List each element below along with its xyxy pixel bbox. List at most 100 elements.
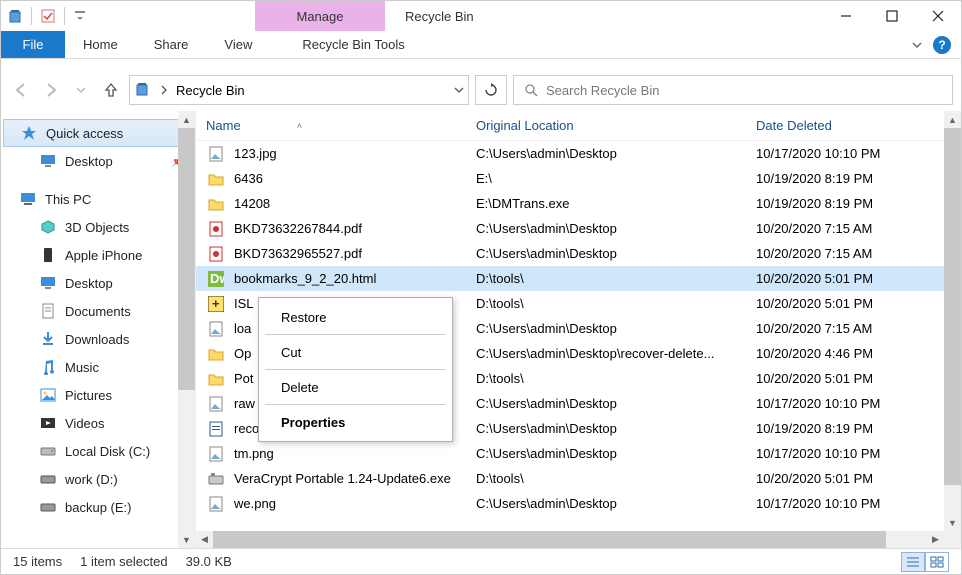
drive-icon [39,302,57,320]
svg-text:+: + [212,296,220,311]
view-large-icons-button[interactable] [925,552,949,572]
back-button[interactable] [9,78,33,102]
nav-pc-item[interactable]: work (D:) [1,465,195,493]
qat-dropdown-icon[interactable] [73,8,89,24]
table-row[interactable]: 6436E:\10/19/2020 8:19 PM [196,166,961,191]
nav-label: This PC [45,192,91,207]
file-date-deleted: 10/20/2020 5:01 PM [756,471,961,486]
scroll-thumb[interactable] [178,128,195,390]
ctx-delete[interactable]: Delete [259,372,452,402]
tab-share[interactable]: Share [136,31,207,58]
forward-button[interactable] [39,78,63,102]
column-original-location[interactable]: Original Location [476,118,756,133]
nav-pc-item[interactable]: 3D Objects [1,213,195,241]
nav-pc-item[interactable]: Videos [1,409,195,437]
search-input[interactable]: Search Recycle Bin [513,75,953,105]
nav-pc-item[interactable]: Music [1,353,195,381]
column-name[interactable]: Name˄ [206,118,476,133]
file-icon [206,245,226,263]
view-details-button[interactable] [901,552,925,572]
help-icon[interactable]: ? [933,36,951,54]
nav-label: Pictures [65,388,112,403]
nav-label: work (D:) [65,472,118,487]
scroll-up-icon[interactable]: ▲ [178,111,195,128]
search-placeholder: Search Recycle Bin [546,83,659,98]
breadcrumb-separator-icon[interactable] [160,85,168,95]
file-icon [206,470,226,488]
tab-view[interactable]: View [206,31,270,58]
nav-pc-item[interactable]: Documents [1,297,195,325]
file-original-location: E:\ [476,171,756,186]
nav-pc-item[interactable]: Pictures [1,381,195,409]
file-original-location: C:\Users\admin\Desktop [476,446,756,461]
file-original-location: D:\tools\ [476,371,756,386]
list-scrollbar-vertical[interactable]: ▲ ▼ [944,111,961,531]
refresh-button[interactable] [475,75,507,105]
nav-quick-access[interactable]: Quick access [3,119,193,147]
file-date-deleted: 10/20/2020 7:15 AM [756,321,961,336]
file-icon [206,445,226,463]
table-row[interactable]: 14208E:\DMTrans.exe10/19/2020 8:19 PM [196,191,961,216]
maximize-button[interactable] [869,1,915,31]
scroll-left-icon[interactable]: ◀ [196,531,213,548]
recycle-bin-icon [134,81,152,99]
file-name: tm.png [234,446,476,461]
minimize-button[interactable] [823,1,869,31]
address-dropdown-icon[interactable] [454,85,464,95]
navpane-scrollbar[interactable]: ▲ ▼ [178,111,195,548]
drive-icon [39,470,57,488]
scroll-down-icon[interactable]: ▼ [178,531,195,548]
separator [265,334,446,335]
file-tab[interactable]: File [1,31,65,58]
file-icon: Dw [206,270,226,288]
recent-locations-icon[interactable] [69,78,93,102]
table-row[interactable]: tm.pngC:\Users\admin\Desktop10/17/2020 1… [196,441,961,466]
nav-pc-item[interactable]: Downloads [1,325,195,353]
ribbon-expand-icon[interactable] [911,39,923,51]
scroll-up-icon[interactable]: ▲ [944,111,961,128]
nav-desktop-quick[interactable]: Desktop 📌 [1,147,195,175]
ctx-properties[interactable]: Properties [259,407,452,437]
properties-qat-icon[interactable] [40,8,56,24]
column-headers: Name˄ Original Location Date Deleted [196,111,961,141]
nav-pc-item[interactable]: backup (E:) [1,493,195,521]
table-row[interactable]: BKD73632267844.pdfC:\Users\admin\Desktop… [196,216,961,241]
file-date-deleted: 10/20/2020 4:46 PM [756,346,961,361]
file-date-deleted: 10/19/2020 8:19 PM [756,171,961,186]
nav-label: Desktop [65,276,113,291]
list-scrollbar-horizontal[interactable]: ◀ ▶ [196,531,944,548]
ctx-cut[interactable]: Cut [259,337,452,367]
nav-label: 3D Objects [65,220,129,235]
window-title: Recycle Bin [385,1,823,31]
nav-pc-item[interactable]: Apple iPhone [1,241,195,269]
address-bar[interactable]: Recycle Bin [129,75,469,105]
nav-this-pc[interactable]: This PC [1,185,195,213]
sort-indicator-icon: ˄ [297,121,302,131]
table-row[interactable]: VeraCrypt Portable 1.24-Update6.exeD:\to… [196,466,961,491]
table-row[interactable]: BKD73632965527.pdfC:\Users\admin\Desktop… [196,241,961,266]
tab-home[interactable]: Home [65,31,136,58]
table-row[interactable]: 123.jpgC:\Users\admin\Desktop10/17/2020 … [196,141,961,166]
file-original-location: C:\Users\admin\Desktop [476,396,756,411]
scroll-down-icon[interactable]: ▼ [944,514,961,531]
nav-label: Apple iPhone [65,248,142,263]
navigation-bar: Recycle Bin Search Recycle Bin [1,69,961,111]
tab-recycle-bin-tools[interactable]: Recycle Bin Tools [284,31,422,58]
file-name: 6436 [234,171,476,186]
table-row[interactable]: Dwbookmarks_9_2_20.htmlD:\tools\10/20/20… [196,266,961,291]
scroll-thumb[interactable] [213,531,886,548]
nav-pc-item[interactable]: Desktop [1,269,195,297]
file-name: BKD73632965527.pdf [234,246,476,261]
status-selection-count: 1 item selected [80,554,167,569]
column-date-deleted[interactable]: Date Deleted [756,118,961,133]
close-button[interactable] [915,1,961,31]
separator [31,7,32,25]
scroll-thumb[interactable] [944,128,961,485]
scroll-right-icon[interactable]: ▶ [927,531,944,548]
table-row[interactable]: we.pngC:\Users\admin\Desktop10/17/2020 1… [196,491,961,516]
up-button[interactable] [99,78,123,102]
nav-pc-item[interactable]: Local Disk (C:) [1,437,195,465]
file-icon [206,195,226,213]
breadcrumb[interactable]: Recycle Bin [176,83,446,98]
ctx-restore[interactable]: Restore [259,302,452,332]
